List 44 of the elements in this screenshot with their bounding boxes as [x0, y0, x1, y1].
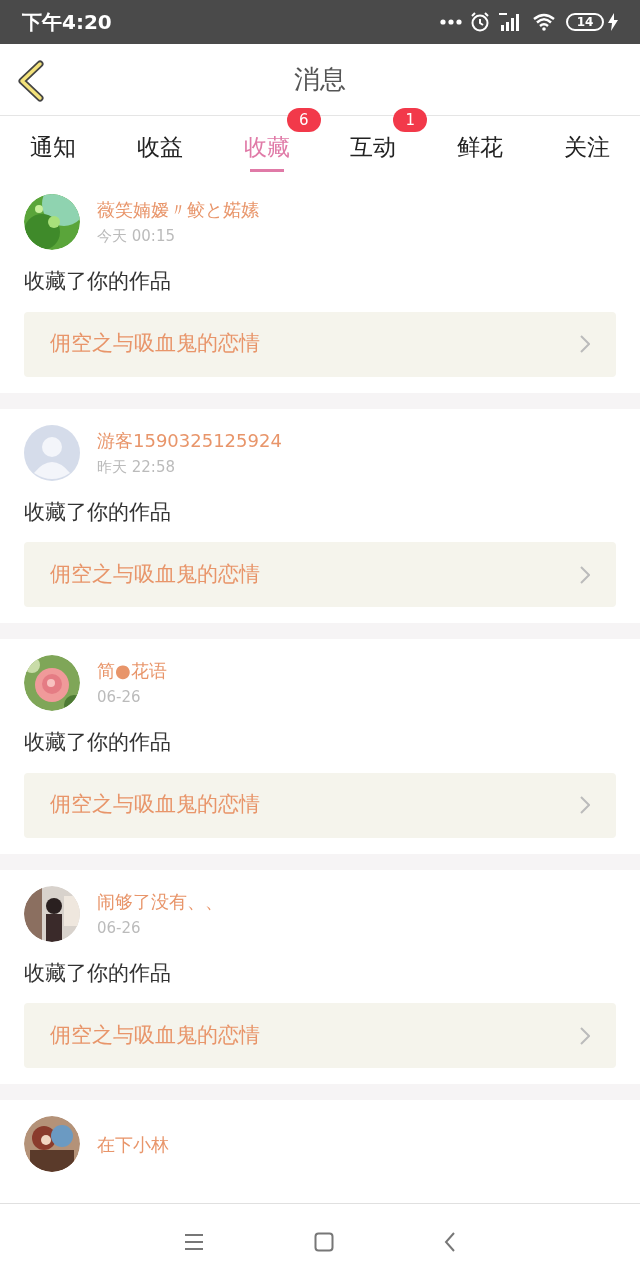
back-icon[interactable] — [444, 1232, 456, 1252]
chevron-right-icon — [580, 565, 590, 584]
work-title: 佣空之与吸血鬼的恋情 — [50, 1021, 261, 1049]
signal-icon — [498, 12, 522, 32]
count-badge: 6 — [286, 108, 321, 132]
chevron-right-icon — [580, 335, 590, 353]
tab[interactable]: 通知 — [26, 116, 81, 178]
more-icon — [440, 19, 462, 25]
home-icon[interactable] — [314, 1232, 334, 1252]
tab[interactable]: 鲜花 — [453, 116, 507, 178]
alarm-icon — [470, 12, 490, 32]
message-text: 收藏了你的作品 — [24, 498, 172, 526]
work-title: 佣空之与吸血鬼的恋情 — [50, 330, 261, 358]
work-link[interactable]: 佣空之与吸血鬼的恋情 — [24, 542, 616, 607]
user-name[interactable]: 游客1590325125924 — [97, 426, 282, 454]
page-title: 消息 — [294, 63, 346, 96]
user-name[interactable]: 闹够了没有、、 — [97, 887, 223, 915]
tab[interactable]: 收益 — [133, 116, 187, 178]
back-icon[interactable] — [16, 60, 46, 102]
user-name[interactable]: 在下小林 — [97, 1130, 169, 1158]
chevron-right-icon — [580, 796, 590, 814]
work-title: 佣空之与吸血鬼的恋情 — [50, 560, 261, 588]
battery-icon: 14 — [566, 13, 604, 31]
menu-icon[interactable] — [184, 1233, 204, 1251]
message-text: 收藏了你的作品 — [24, 268, 172, 295]
count-badge: 1 — [393, 108, 428, 132]
message-time: 昨天 22:58 — [97, 456, 176, 478]
message-time: 06-26 — [97, 917, 142, 939]
work-title: 佣空之与吸血鬼的恋情 — [50, 791, 261, 819]
message-text: 收藏了你的作品 — [24, 959, 172, 987]
clock: 下午4:20 — [22, 9, 112, 36]
work-link[interactable]: 佣空之与吸血鬼的恋情 — [24, 1003, 616, 1068]
message-text: 收藏了你的作品 — [24, 729, 172, 756]
message-time: 今天 00:15 — [97, 226, 176, 248]
user-name[interactable]: 简●花语 — [97, 657, 167, 685]
work-link[interactable]: 佣空之与吸血鬼的恋情 — [24, 772, 616, 838]
charging-icon — [608, 13, 618, 31]
active-tab-indicator — [249, 169, 284, 172]
message-time: 06-26 — [97, 687, 142, 709]
work-link[interactable]: 佣空之与吸血鬼的恋情 — [24, 311, 616, 377]
tab[interactable]: 关注 — [559, 116, 614, 178]
chevron-right-icon — [580, 1026, 590, 1045]
user-name[interactable]: 薇笑婻嫒〃鲛と婼嫊 — [97, 196, 259, 224]
wifi-icon — [532, 13, 556, 31]
